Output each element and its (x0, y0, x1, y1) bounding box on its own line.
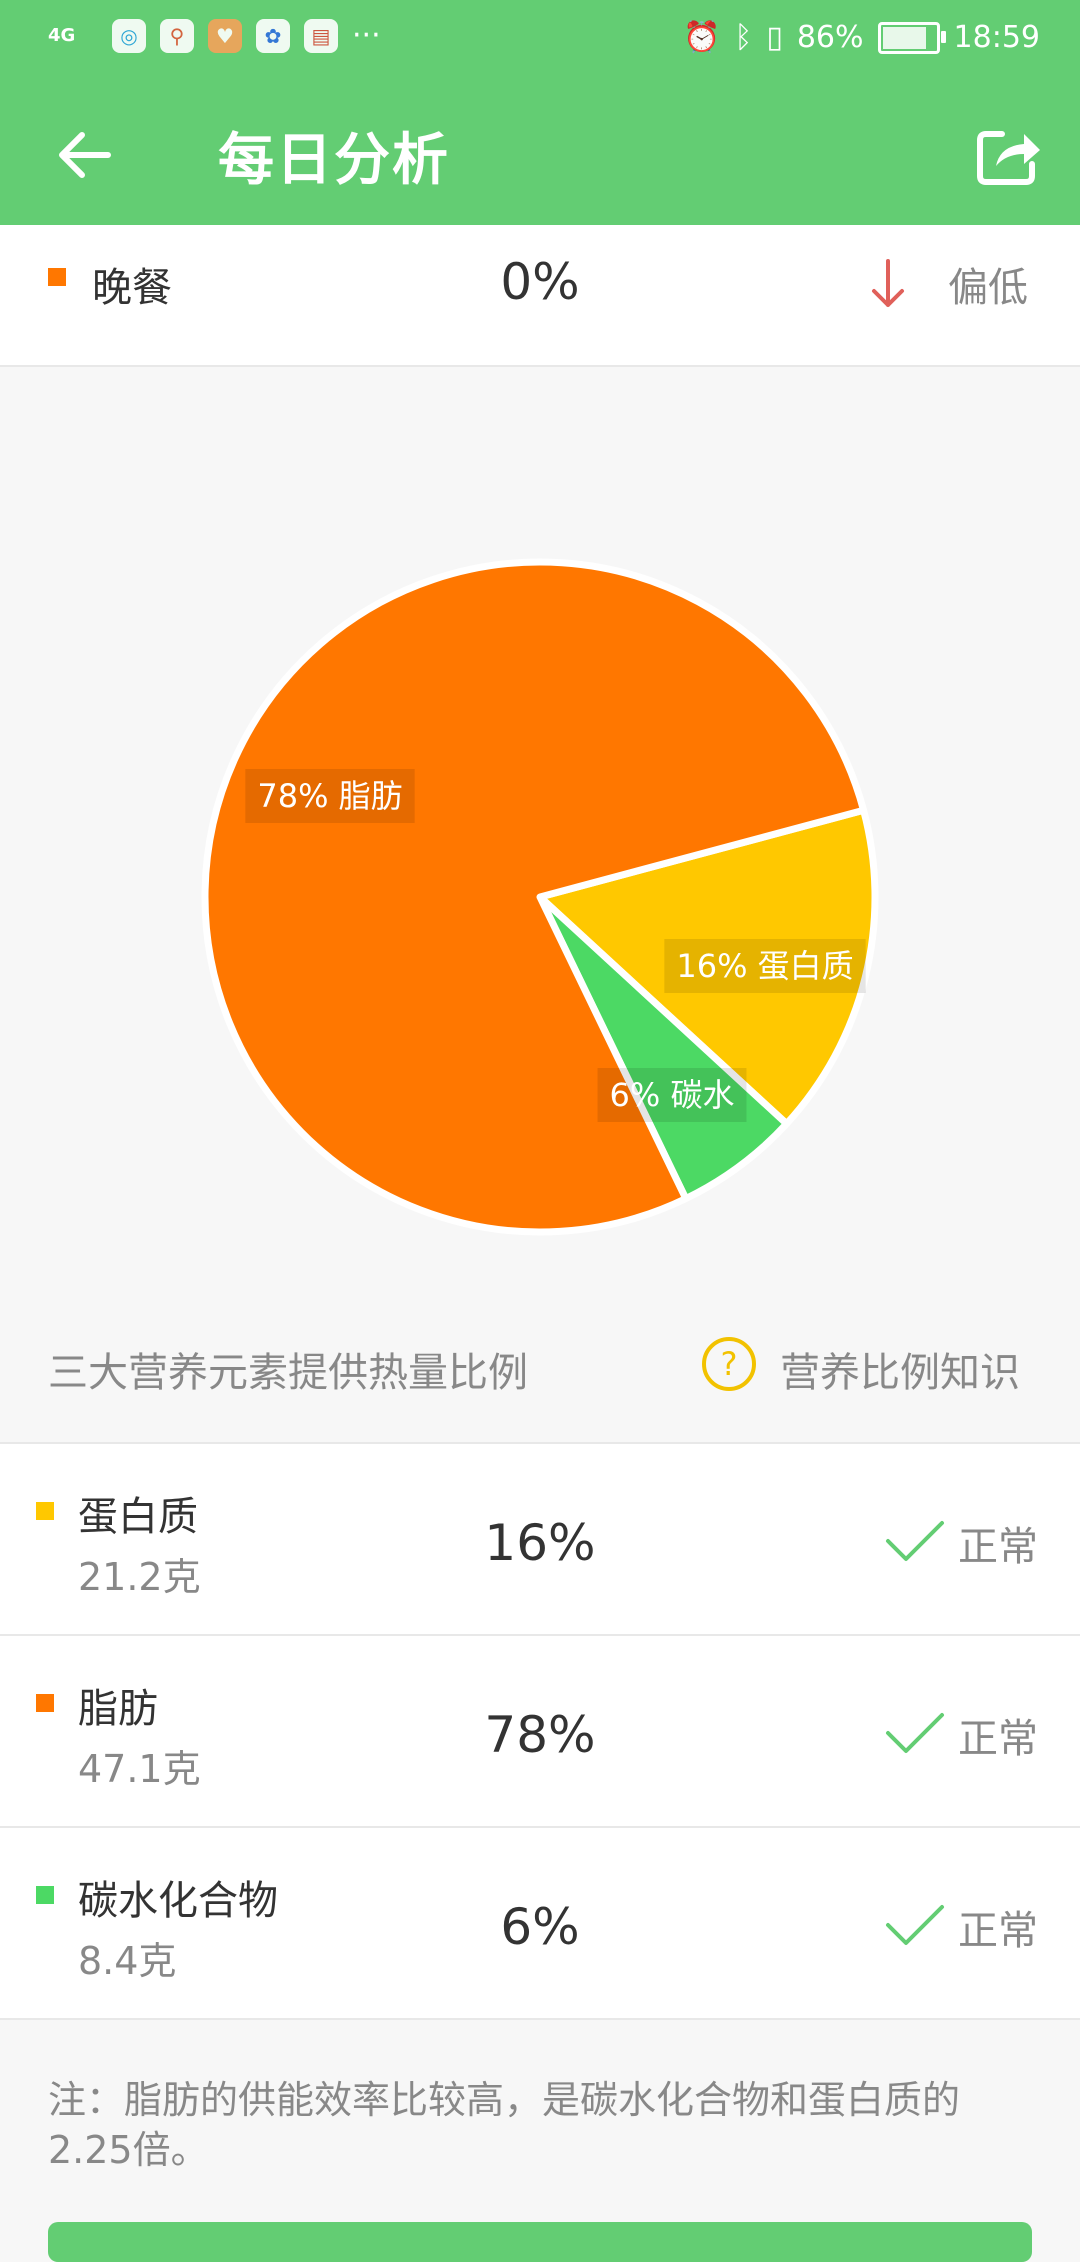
svg-text:16% 蛋白质: 16% 蛋白质 (676, 947, 853, 985)
bluetooth-icon: ᛒ (734, 20, 753, 55)
notification-app-icon-3: ♥ (208, 18, 242, 53)
status-left: 4G ◎ ⚲ ♥ ✿ ▤ ··· (48, 18, 381, 53)
svg-text:?: ? (721, 1345, 738, 1383)
page-title: 每日分析 (218, 128, 450, 193)
fat-color-marker (36, 1694, 54, 1712)
nutrient-row-carbs: 碳水化合物 8.4克 6% 正常 (0, 1826, 1080, 2020)
top-bar: 4G ◎ ⚲ ♥ ✿ ▤ ··· ⏰ ᛒ ▯ 86% 18:59 每日分析 (0, 0, 1080, 225)
pie-chart-svg: 16% 蛋白质 6% 碳水 78% 脂肪 (201, 558, 879, 1236)
help-icon[interactable]: ? (700, 1335, 758, 1393)
more-notifications-icon: ··· (352, 18, 381, 53)
nutrient-percent: 6% (500, 1898, 580, 1956)
bottom-action-button[interactable] (48, 2222, 1032, 2262)
nutrient-status: 正常 (958, 1716, 1038, 1762)
battery-fill (882, 26, 926, 49)
alarm-icon: ⏰ (682, 20, 721, 55)
nutrient-name: 蛋白质 (78, 1494, 198, 1540)
nutrient-amount: 21.2克 (78, 1555, 201, 1599)
notification-app-icon-4: ✿ (256, 18, 290, 53)
svg-text:6% 碳水: 6% 碳水 (610, 1076, 735, 1114)
carbs-color-marker (36, 1886, 54, 1904)
check-icon (886, 1521, 944, 1561)
share-icon[interactable] (972, 118, 1046, 192)
notification-app-icon-1: ◎ (112, 18, 146, 53)
nutrient-status: 正常 (958, 1524, 1038, 1570)
vibrate-icon: ▯ (766, 20, 783, 55)
nutrient-amount: 8.4克 (78, 1939, 177, 1983)
nutrient-row-protein: 蛋白质 21.2克 16% 正常 (0, 1442, 1080, 1634)
check-icon (886, 1905, 944, 1945)
dinner-color-marker (48, 268, 66, 286)
nutrition-ratio-knowledge-link[interactable]: 营养比例知识 (780, 1340, 1020, 1398)
nutrient-name: 脂肪 (78, 1686, 158, 1732)
app-bar: 每日分析 (0, 80, 1080, 225)
nutrient-percent: 16% (484, 1514, 596, 1572)
chart-caption: 三大营养元素提供热量比例 (48, 1350, 528, 1396)
macro-pie-chart: 16% 蛋白质 6% 碳水 78% 脂肪 (0, 367, 1080, 1307)
svg-text:78% 脂肪: 78% 脂肪 (257, 777, 402, 815)
notification-app-icon-5: ▤ (304, 18, 338, 53)
dinner-percent: 0% (500, 253, 580, 311)
footnote: 注：脂肪的供能效率比较高，是碳水化合物和蛋白质的2.25倍。 (48, 2078, 961, 2172)
nutrient-status: 正常 (958, 1908, 1038, 1954)
arrow-down-icon (872, 259, 904, 307)
nutrient-percent: 78% (484, 1706, 596, 1764)
nutrient-name: 碳水化合物 (78, 1878, 278, 1924)
status-right: ⏰ ᛒ ▯ 86% 18:59 (683, 20, 1040, 55)
nutrient-amount: 47.1克 (78, 1747, 201, 1791)
dinner-status: 偏低 (948, 265, 1028, 311)
battery-percent: 86% (796, 20, 864, 55)
battery-icon (877, 21, 946, 54)
pie-label-protein: 16% 蛋白质 (664, 939, 866, 993)
pie-label-fat: 78% 脂肪 (245, 769, 415, 823)
check-icon (886, 1713, 944, 1753)
status-bar: 4G ◎ ⚲ ♥ ✿ ▤ ··· ⏰ ᛒ ▯ 86% 18:59 (0, 0, 1080, 80)
protein-color-marker (36, 1502, 54, 1520)
notification-app-icon-2: ⚲ (160, 18, 194, 53)
clock: 18:59 (953, 20, 1040, 55)
nutrient-row-fat: 脂肪 47.1克 78% 正常 (0, 1634, 1080, 1826)
dinner-label: 晚餐 (92, 265, 172, 311)
signal-icon: 4G (48, 24, 76, 46)
pie-label-carbs: 6% 碳水 (597, 1068, 747, 1122)
dinner-row: 晚餐 0% 偏低 (0, 225, 1080, 367)
back-arrow-icon[interactable] (50, 120, 120, 190)
